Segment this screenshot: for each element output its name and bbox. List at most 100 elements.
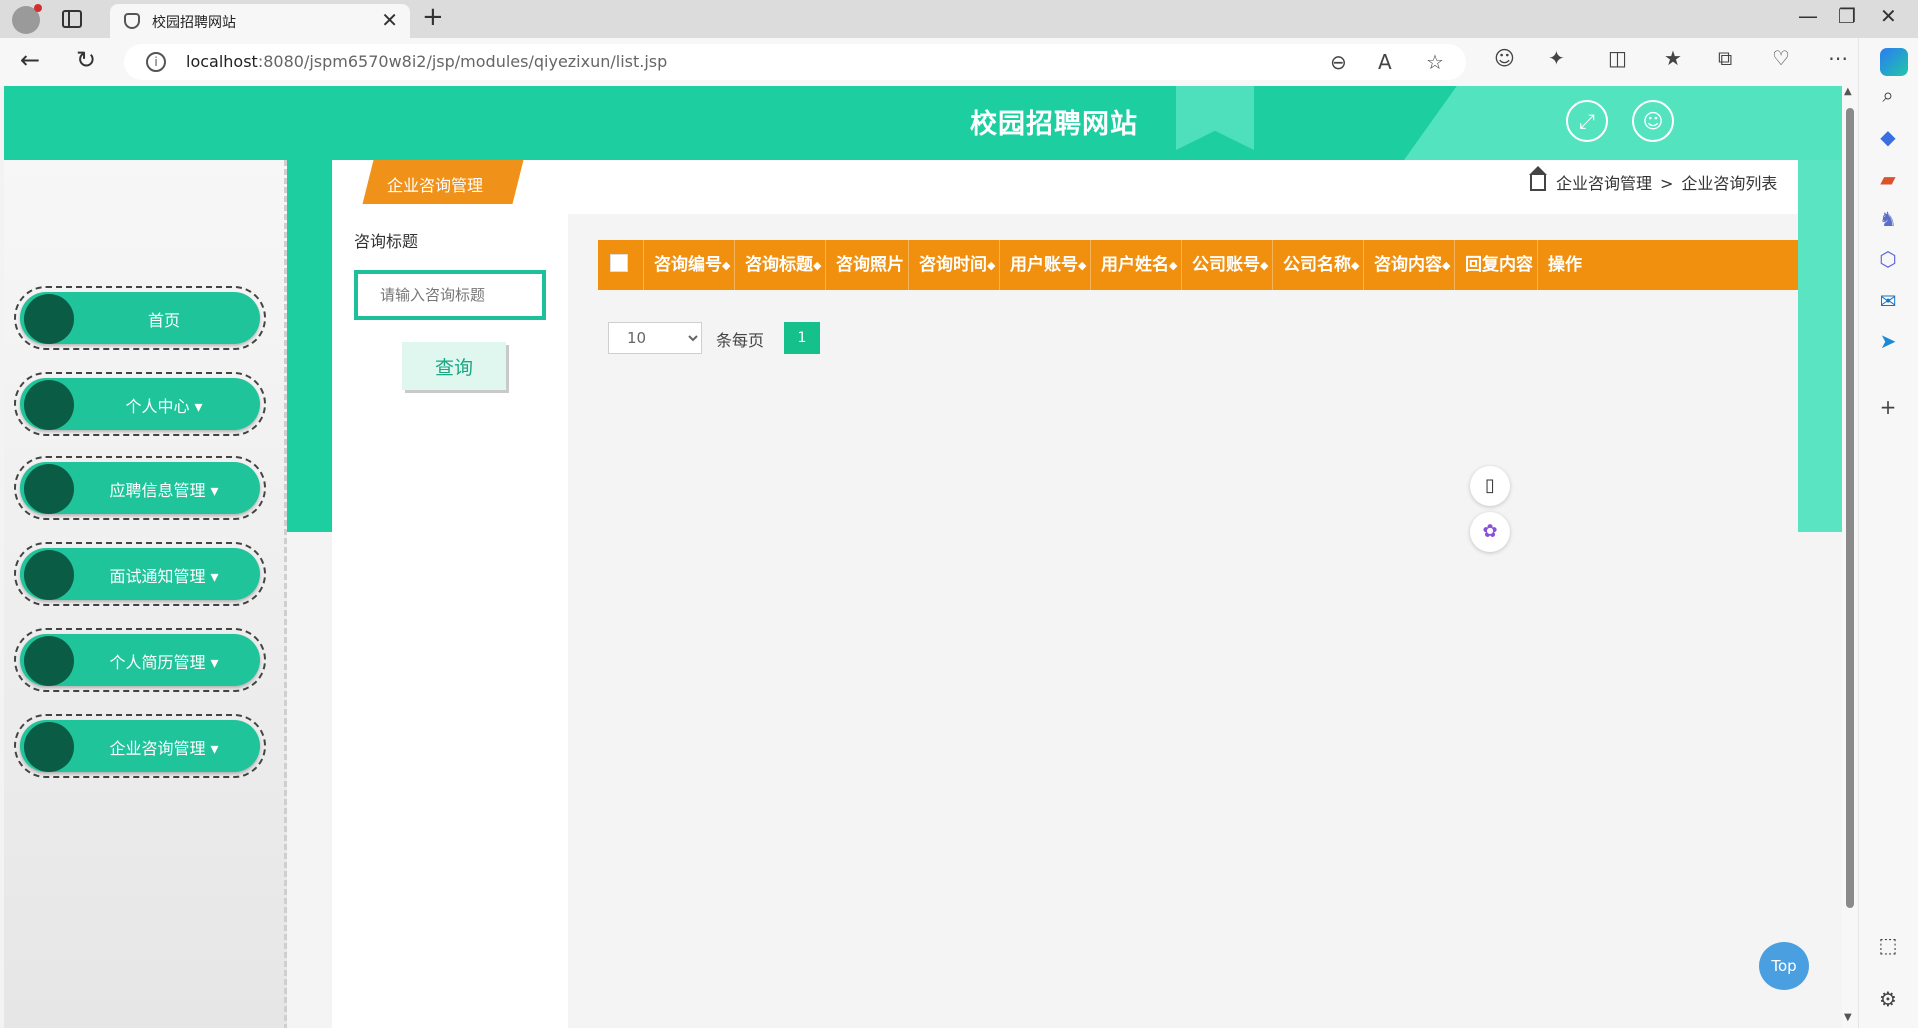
search-panel bbox=[332, 204, 568, 1028]
reload-icon[interactable]: ↻ bbox=[76, 46, 96, 74]
fullscreen-icon[interactable]: ⤢ bbox=[1566, 100, 1608, 142]
health-icon[interactable]: ♡ bbox=[1772, 46, 1790, 70]
sidebar-item-label: 应聘信息管理 ▾ bbox=[109, 481, 219, 500]
shield-favicon-icon bbox=[124, 13, 140, 29]
sidebar-item-resume[interactable]: 个人简历管理 ▾ bbox=[14, 628, 266, 692]
sort-icon: ◆ bbox=[1442, 259, 1451, 272]
tabs-icon[interactable] bbox=[62, 10, 82, 28]
per-page-label: 条每页 bbox=[716, 331, 765, 350]
breadcrumb-separator: > bbox=[1660, 174, 1674, 193]
minimize-icon[interactable]: — bbox=[1798, 4, 1818, 28]
column-header[interactable]: 公司名称◆ bbox=[1273, 240, 1364, 290]
select-all-checkbox[interactable] bbox=[610, 254, 628, 272]
profile-icon[interactable] bbox=[12, 4, 42, 34]
column-header[interactable]: 公司账号◆ bbox=[1182, 240, 1273, 290]
search-label: 咨询标题 bbox=[354, 232, 419, 251]
column-header: 回复内容 bbox=[1455, 240, 1538, 290]
browser-tab-title: 校园招聘网站 bbox=[152, 15, 236, 31]
header-ribbon-decoration bbox=[1176, 86, 1254, 150]
background-band-right bbox=[1798, 160, 1842, 532]
query-button[interactable]: 查询 bbox=[402, 342, 506, 390]
sort-icon: ◆ bbox=[722, 259, 731, 272]
sort-icon: ◆ bbox=[1351, 259, 1360, 272]
site-title: 校园招聘网站 bbox=[970, 109, 1138, 140]
games-icon[interactable]: ♞ bbox=[1875, 206, 1901, 232]
sidebar-item-label: 个人中心 ▾ bbox=[125, 397, 203, 416]
copilot-apps-icon[interactable]: ⬡ bbox=[1875, 246, 1901, 272]
sort-icon: ◆ bbox=[987, 259, 996, 272]
brain-icon[interactable]: ✿ bbox=[1470, 512, 1510, 552]
screenshot-icon[interactable]: ⬚ bbox=[1875, 932, 1901, 958]
menu-knob-icon bbox=[24, 550, 74, 600]
sidebar-item-label: 个人简历管理 ▾ bbox=[109, 653, 219, 672]
column-header[interactable]: 咨询标题◆ bbox=[735, 240, 826, 290]
page-scrollbar[interactable]: ▲ ▼ bbox=[1842, 86, 1858, 1028]
toolbox-icon[interactable]: ▰ bbox=[1875, 166, 1901, 192]
info-icon[interactable]: i bbox=[146, 52, 166, 72]
breadcrumb-item[interactable]: 企业咨询管理 bbox=[1556, 174, 1652, 193]
collections-icon[interactable]: ⧉ bbox=[1718, 46, 1732, 70]
tag-icon[interactable]: ◆ bbox=[1875, 124, 1901, 150]
menu-knob-icon bbox=[24, 294, 74, 344]
sidebar-item-interview-notice[interactable]: 面试通知管理 ▾ bbox=[14, 542, 266, 606]
sort-icon: ◆ bbox=[1169, 259, 1178, 272]
split-icon[interactable]: ◫ bbox=[1608, 46, 1627, 70]
settings-icon[interactable]: ⚙ bbox=[1875, 986, 1901, 1012]
sidebar-item-label: 企业咨询管理 ▾ bbox=[109, 739, 219, 758]
menu-knob-icon bbox=[24, 636, 74, 686]
more-icon[interactable]: ⋯ bbox=[1828, 46, 1848, 70]
url-field[interactable]: i localhost:8080/jspm6570w8i2/jsp/module… bbox=[124, 44, 1466, 80]
header-decoration bbox=[1404, 86, 1842, 160]
sidebar-item-personal-center[interactable]: 个人中心 ▾ bbox=[14, 372, 266, 436]
sidebar-item-label: 首页 bbox=[147, 311, 180, 330]
sidebar-item-home[interactable]: 首页 bbox=[14, 286, 266, 350]
outlook-icon[interactable]: ✉ bbox=[1875, 288, 1901, 314]
restore-icon[interactable]: ❐ bbox=[1838, 4, 1856, 28]
sort-icon: ◆ bbox=[813, 259, 822, 272]
scroll-up-icon[interactable]: ▲ bbox=[1844, 86, 1852, 97]
column-header[interactable]: 咨询时间◆ bbox=[909, 240, 1000, 290]
sidebar: 首页 个人中心 ▾ 应聘信息管理 ▾ 面试通知管理 ▾ 个人简历管理 ▾ 企业咨… bbox=[4, 160, 287, 1028]
column-header[interactable]: 咨询编号◆ bbox=[644, 240, 735, 290]
favorite-icon[interactable]: ☆ bbox=[1426, 50, 1444, 74]
back-icon[interactable]: ← bbox=[20, 46, 40, 74]
browser-tab[interactable]: 校园招聘网站 ✕ bbox=[110, 4, 410, 38]
search-icon[interactable]: ⌕ bbox=[1875, 82, 1901, 108]
select-all-cell bbox=[598, 240, 644, 290]
page-size-select[interactable]: 10 bbox=[608, 322, 702, 354]
reader-icon[interactable]: ▯ bbox=[1470, 466, 1510, 506]
sort-icon: ◆ bbox=[1260, 259, 1269, 272]
window-close-icon[interactable]: ✕ bbox=[1880, 4, 1897, 28]
scroll-down-icon[interactable]: ▼ bbox=[1844, 1012, 1852, 1023]
page-button-current[interactable]: 1 bbox=[784, 322, 820, 354]
user-icon[interactable]: ☺ bbox=[1632, 100, 1674, 142]
extension-face-icon[interactable]: ☺ bbox=[1494, 46, 1515, 70]
menu-knob-icon bbox=[24, 380, 74, 430]
read-aloud-icon[interactable]: A bbox=[1378, 50, 1392, 74]
extension-icon[interactable]: ✦ bbox=[1548, 46, 1565, 70]
zoom-out-icon[interactable]: ⊖ bbox=[1330, 50, 1347, 74]
menu-knob-icon bbox=[24, 464, 74, 514]
table-header: 咨询编号◆ 咨询标题◆ 咨询照片 咨询时间◆ 用户账号◆ 用户姓名◆ 公司账号◆… bbox=[598, 240, 1798, 290]
scrollbar-thumb[interactable] bbox=[1846, 108, 1854, 908]
new-tab-icon[interactable]: + bbox=[422, 2, 444, 32]
column-header: 操作 bbox=[1548, 255, 1582, 275]
column-header[interactable]: 用户姓名◆ bbox=[1091, 240, 1182, 290]
sidebar-item-application-info[interactable]: 应聘信息管理 ▾ bbox=[14, 456, 266, 520]
send-icon[interactable]: ➤ bbox=[1875, 328, 1901, 354]
section-tab-label: 企业咨询管理 bbox=[387, 176, 484, 195]
column-header[interactable]: 用户账号◆ bbox=[1000, 240, 1091, 290]
favorites-icon[interactable]: ★ bbox=[1664, 46, 1682, 70]
copilot-icon[interactable] bbox=[1880, 48, 1908, 76]
close-tab-icon[interactable]: ✕ bbox=[381, 8, 398, 32]
column-header[interactable]: 咨询内容◆ bbox=[1364, 240, 1455, 290]
sidebar-item-enterprise-consult[interactable]: 企业咨询管理 ▾ bbox=[14, 714, 266, 778]
back-to-top-button[interactable]: Top bbox=[1759, 942, 1809, 990]
url-text: localhost:8080/jspm6570w8i2/jsp/modules/… bbox=[186, 52, 668, 71]
browser-right-sidebar: ⌕ ◆ ▰ ♞ ⬡ ✉ ➤ + ⬚ ⚙ bbox=[1858, 38, 1918, 1028]
page-viewport: 校园招聘网站 ⤢ ☺ 首页 个人中心 ▾ 应聘信息管理 ▾ 面试通知管理 ▾ 个… bbox=[4, 86, 1842, 1028]
search-input[interactable] bbox=[354, 270, 546, 320]
add-icon[interactable]: + bbox=[1875, 394, 1901, 420]
home-icon[interactable] bbox=[1529, 166, 1547, 191]
breadcrumb: 企业咨询管理 > 企业咨询列表 bbox=[1529, 166, 1777, 194]
